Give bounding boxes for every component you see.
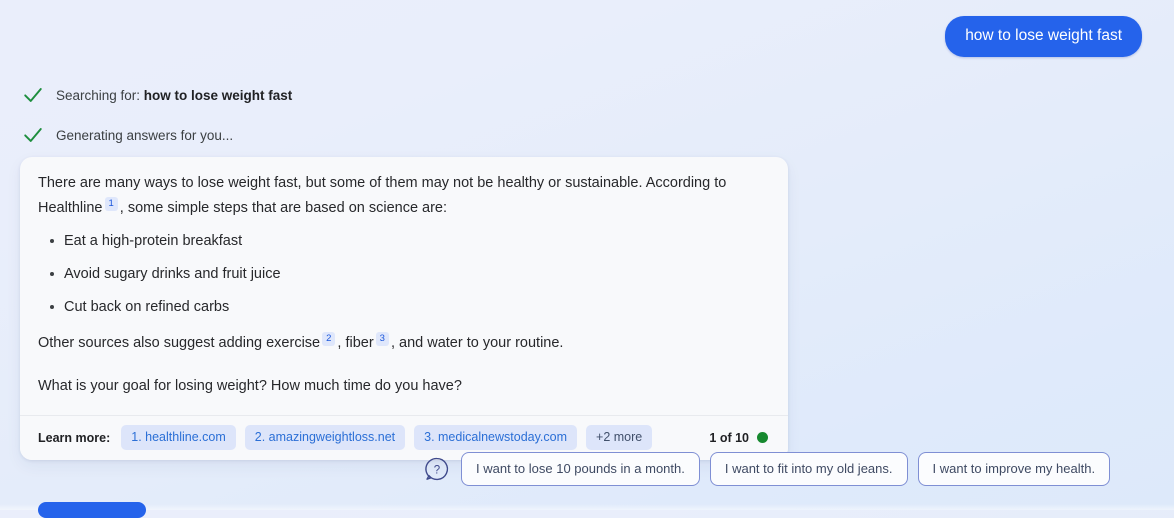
suggestion-chip-improve-health[interactable]: I want to improve my health. [917, 452, 1111, 486]
check-icon [24, 88, 42, 102]
status-prefix-searching: Searching for: [56, 87, 144, 103]
answer-bullet-list: Eat a high-protein breakfast Avoid sugar… [38, 231, 770, 317]
source-chip-healthline[interactable]: 1. healthline.com [121, 425, 236, 450]
learn-more-label: Learn more: [38, 430, 111, 445]
suggestion-chip-old-jeans[interactable]: I want to fit into my old jeans. [709, 452, 908, 486]
answer-card-body: There are many ways to lose weight fast,… [20, 157, 788, 415]
status-row-generating: Generating answers for you... [22, 122, 292, 148]
answer-paragraph-2-text-c: , and water to your routine. [390, 335, 564, 351]
list-item: Avoid sugary drinks and fruit juice [50, 264, 770, 284]
list-item: Cut back on refined carbs [50, 297, 770, 317]
citation-badge-2[interactable]: 2 [322, 332, 336, 346]
status-query-term: how to lose weight fast [143, 87, 293, 103]
status-row-searching: Searching for: how to lose weight fast [22, 82, 292, 108]
svg-text:?: ? [434, 465, 440, 477]
user-query-bubble: how to lose weight fast [945, 16, 1142, 57]
citation-badge-1[interactable]: 1 [104, 197, 118, 211]
answer-paragraph-1-text-b: , some simple steps that are based on sc… [119, 200, 448, 216]
check-icon [24, 128, 42, 142]
status-indicator-dot [757, 432, 768, 443]
answer-paragraph-2-text-b: , fiber [337, 335, 374, 351]
status-label-generating: Generating answers for you... [56, 127, 234, 143]
source-chip-medicalnewstoday[interactable]: 3. medicalnewstoday.com [414, 425, 578, 450]
bottom-panel-edge [0, 504, 1174, 510]
progress-status-list: Searching for: how to lose weight fast G… [22, 82, 292, 162]
suggestion-chip-lose-10-pounds[interactable]: I want to lose 10 pounds in a month. [461, 452, 700, 486]
user-message-row: how to lose weight fast [945, 16, 1142, 57]
answer-paragraph-1: There are many ways to lose weight fast,… [38, 171, 770, 221]
answer-card: There are many ways to lose weight fast,… [20, 157, 788, 460]
source-chip-more[interactable]: +2 more [586, 425, 653, 450]
citation-badge-3[interactable]: 3 [375, 332, 389, 346]
answer-paragraph-3: What is your goal for losing weight? How… [38, 378, 462, 394]
suggestion-chips-row: ? I want to lose 10 pounds in a month. I… [424, 452, 1120, 486]
question-bubble-icon: ? [425, 457, 449, 481]
composer-action-pill[interactable] [38, 502, 146, 518]
answer-paragraph-2: Other sources also suggest adding exerci… [38, 331, 770, 356]
source-chip-amazingweightloss[interactable]: 2. amazingweightloss.net [244, 425, 406, 450]
page-count-label: 1 of 10 [709, 430, 749, 445]
status-label-searching: Searching for: how to lose weight fast [56, 88, 292, 103]
answer-paragraph-2-text-a: Other sources also suggest adding exerci… [38, 335, 321, 351]
list-item: Eat a high-protein breakfast [50, 231, 770, 251]
